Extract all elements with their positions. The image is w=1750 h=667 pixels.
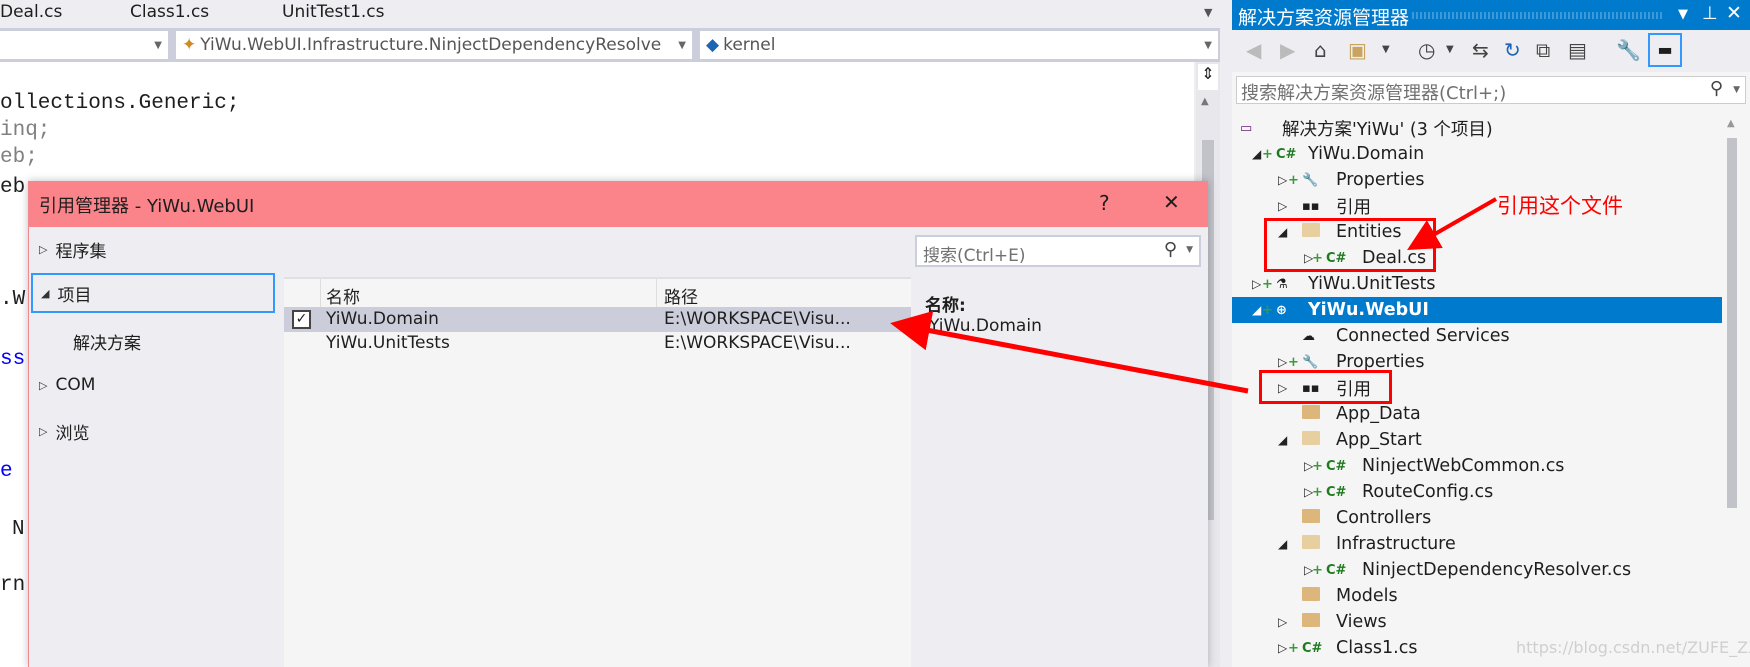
- arrow-to-domain-row: [890, 310, 1249, 394]
- annotation-arrows: [890, 197, 1497, 394]
- arrow-to-entities: [1407, 197, 1497, 250]
